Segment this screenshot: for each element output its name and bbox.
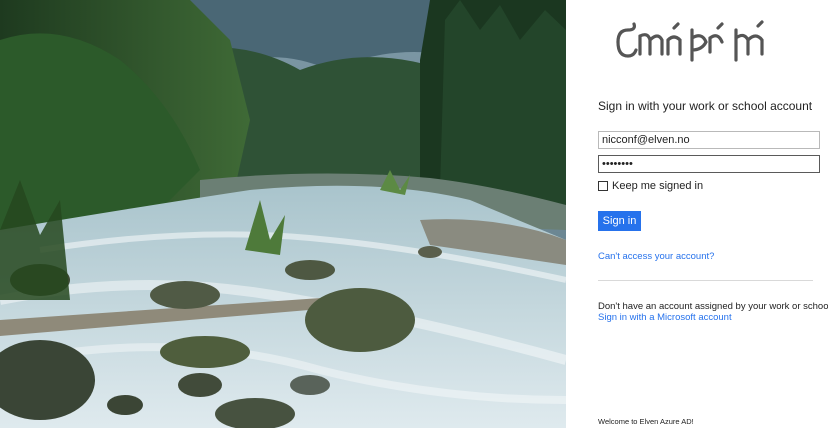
keep-signed-in-label: Keep me signed in [612,180,704,192]
keep-signed-in-checkbox[interactable] [598,181,608,191]
hero-image [0,0,566,428]
divider [598,280,813,281]
river-landscape-illustration [0,0,566,428]
no-account-text: Don't have an account assigned by your w… [598,301,828,312]
sign-in-button[interactable]: Sign in [598,211,641,231]
password-field[interactable] [598,155,820,173]
cant-access-account-link[interactable]: Can't access your account? [598,251,714,262]
elvish-tengwar-logo [616,20,764,62]
keep-signed-in-option[interactable]: Keep me signed in [598,180,703,192]
email-field[interactable] [598,131,820,149]
footer-welcome-text: Welcome to Elven Azure AD! [598,417,694,426]
microsoft-account-link[interactable]: Sign in with a Microsoft account [598,312,732,323]
signin-heading: Sign in with your work or school account [598,99,813,113]
signin-panel: Sign in with your work or school account… [566,0,828,428]
